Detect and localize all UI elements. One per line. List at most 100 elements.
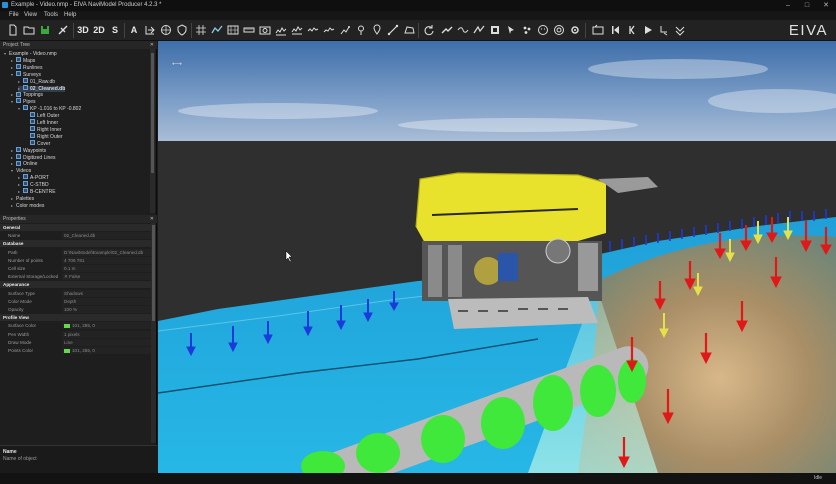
property-row[interactable]: Color Mode Depth xyxy=(0,297,152,305)
property-row[interactable]: External Storage/Locked ✕ False xyxy=(0,273,152,281)
visibility-checkbox[interactable] xyxy=(23,188,28,194)
mesh-icon[interactable] xyxy=(226,23,240,37)
tree-item[interactable]: Cover xyxy=(25,139,50,147)
properties-close-icon[interactable]: ✕ xyxy=(150,215,154,223)
menu-view[interactable]: View xyxy=(24,11,37,20)
tree-item[interactable]: ▸ 02_Cleaned.db xyxy=(18,84,66,92)
visibility-checkbox[interactable] xyxy=(16,98,21,104)
property-section-header[interactable]: Appearance xyxy=(0,281,152,289)
globe-icon[interactable] xyxy=(159,23,173,37)
property-row[interactable]: Path D:\NaviModel\Example\02_Cleaned.db xyxy=(0,248,152,256)
property-value[interactable]: Shadows xyxy=(62,289,152,297)
target-icon[interactable] xyxy=(552,23,566,37)
visibility-checkbox[interactable] xyxy=(30,126,35,132)
property-row[interactable]: Surface Color 101, 255, 0 xyxy=(0,322,152,330)
step-back-icon[interactable] xyxy=(625,23,639,37)
visibility-checkbox[interactable] xyxy=(23,174,28,180)
tree-item[interactable]: ▸ Online xyxy=(11,160,37,167)
visibility-checkbox[interactable] xyxy=(23,105,28,111)
new-file-icon[interactable] xyxy=(6,23,20,37)
tracking-icon[interactable] xyxy=(456,23,470,37)
grid-icon[interactable] xyxy=(194,23,208,37)
record-icon[interactable] xyxy=(591,23,605,37)
property-row[interactable]: Points Color 101, 255, 0 xyxy=(0,347,152,354)
ruler-icon[interactable] xyxy=(242,23,256,37)
property-row[interactable]: Surface Type Shadows xyxy=(0,289,152,297)
menu-tools[interactable]: Tools xyxy=(44,11,58,20)
property-value[interactable]: 02_Cleaned.db xyxy=(62,232,152,240)
visibility-checkbox[interactable] xyxy=(16,70,21,76)
shield-icon[interactable] xyxy=(175,23,189,37)
visibility-checkbox[interactable] xyxy=(16,57,21,63)
3d-viewport[interactable]: ⟷ xyxy=(158,41,836,473)
waypoint-icon[interactable] xyxy=(370,23,384,37)
step-forward-icon[interactable] xyxy=(657,23,671,37)
surface-icon[interactable] xyxy=(210,23,224,37)
scene-render[interactable]: ⟷ xyxy=(158,41,836,473)
route-icon[interactable] xyxy=(338,23,352,37)
property-row[interactable]: Name 02_Cleaned.db xyxy=(0,232,152,240)
visibility-checkbox[interactable] xyxy=(30,132,35,138)
longline-icon[interactable] xyxy=(322,23,336,37)
menu-file[interactable]: File xyxy=(9,11,19,20)
property-value[interactable]: 1 pixels xyxy=(62,330,152,338)
property-row[interactable]: Number of points 4 706 781 xyxy=(0,256,152,264)
visibility-checkbox[interactable] xyxy=(16,91,21,97)
property-value[interactable]: Depth xyxy=(62,297,152,305)
visibility-checkbox[interactable] xyxy=(30,139,35,145)
visibility-checkbox[interactable] xyxy=(23,77,28,83)
minimize-button[interactable]: – xyxy=(778,0,798,11)
satellite-icon[interactable] xyxy=(56,23,70,37)
property-value[interactable]: 0.1 m xyxy=(62,265,152,272)
visibility-checkbox[interactable] xyxy=(16,63,21,69)
visibility-checkbox[interactable] xyxy=(16,153,21,159)
tree-item[interactable]: ▾ KP -1.016 to KP -0.802 xyxy=(18,105,81,112)
tree-item[interactable]: ▸ Color modes xyxy=(11,203,44,209)
crossline-icon[interactable] xyxy=(306,23,320,37)
property-value[interactable]: ✕ False xyxy=(62,273,152,281)
property-value[interactable]: 101, 255, 0 xyxy=(62,322,152,330)
pin-icon[interactable] xyxy=(354,23,368,37)
maximize-button[interactable]: □ xyxy=(797,0,817,11)
profile-multi-icon[interactable] xyxy=(290,23,304,37)
view-a-button[interactable]: A xyxy=(127,23,141,37)
property-row[interactable]: Cell size 0.1 m xyxy=(0,265,152,272)
property-row[interactable]: Pen Width 1 pixels xyxy=(0,330,152,338)
property-value[interactable]: Line xyxy=(62,338,152,346)
property-value[interactable]: D:\NaviModel\Example\02_Cleaned.db xyxy=(62,248,152,256)
property-value[interactable]: 101, 255, 0 xyxy=(62,347,152,354)
profile-icon[interactable] xyxy=(274,23,288,37)
view-3d-button[interactable]: 3D xyxy=(76,23,90,37)
pipe-tool-icon[interactable] xyxy=(440,23,454,37)
menu-help[interactable]: Help xyxy=(64,11,76,20)
properties-scrollbar[interactable] xyxy=(151,223,156,443)
tree-item[interactable]: ▾ Videos xyxy=(11,168,31,174)
line-tool-icon[interactable] xyxy=(386,23,400,37)
play-icon[interactable] xyxy=(641,23,655,37)
save-icon[interactable] xyxy=(38,23,52,37)
visibility-checkbox[interactable] xyxy=(30,119,35,125)
close-window-button[interactable]: ✕ xyxy=(816,0,836,11)
rotate-icon[interactable] xyxy=(422,23,436,37)
visibility-checkbox[interactable] xyxy=(23,181,28,187)
speed-icon[interactable] xyxy=(673,23,687,37)
visibility-checkbox[interactable] xyxy=(30,112,35,118)
property-value[interactable]: 100 % xyxy=(62,306,152,313)
import-icon[interactable] xyxy=(143,23,157,37)
color-swatch[interactable] xyxy=(64,324,70,329)
smile-icon[interactable] xyxy=(536,23,550,37)
tree-item[interactable]: ▸ B-CENTRE xyxy=(18,188,56,195)
visibility-checkbox[interactable] xyxy=(16,160,21,166)
project-tree-scrollbar[interactable] xyxy=(150,49,155,213)
camera-icon[interactable] xyxy=(258,23,272,37)
cluster-icon[interactable] xyxy=(520,23,534,37)
open-folder-icon[interactable] xyxy=(22,23,36,37)
property-row[interactable]: Draw Mode Line xyxy=(0,338,152,346)
visibility-checkbox[interactable] xyxy=(23,84,28,90)
view-2d-button[interactable]: 2D xyxy=(92,23,106,37)
view-s-button[interactable]: S xyxy=(108,23,122,37)
property-row[interactable]: Opacity 100 % xyxy=(0,306,152,313)
property-value[interactable]: 4 706 781 xyxy=(62,256,152,264)
property-section-header[interactable]: Database xyxy=(0,240,152,248)
visibility-checkbox[interactable] xyxy=(16,146,21,152)
